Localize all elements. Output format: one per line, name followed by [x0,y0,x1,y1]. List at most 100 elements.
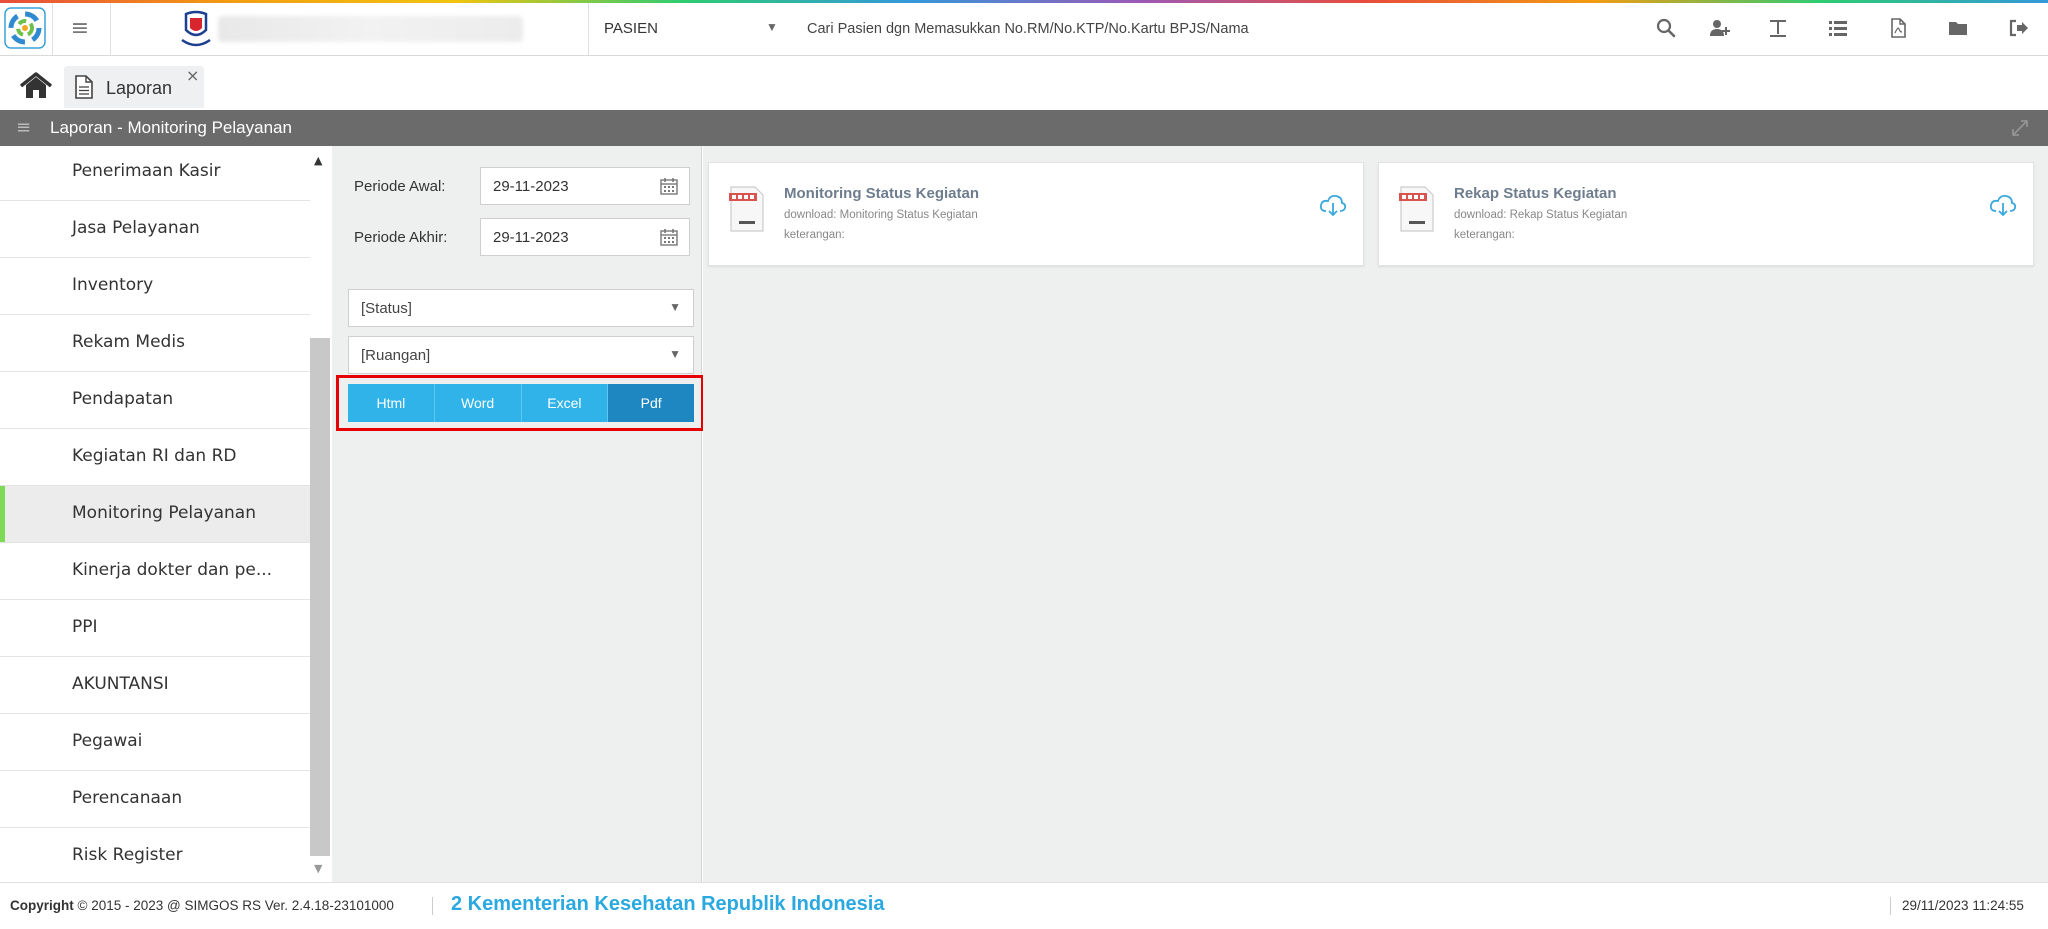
text-icon[interactable] [1764,14,1792,42]
ministry-banner: 2 Kementerian Kesehatan Republik Indones… [451,893,885,915]
report-download-text: download: Monitoring Status Kegiatan [784,209,978,221]
report-title: Rekap Status Kegiatan [1454,185,1617,202]
periode-akhir-value: 29-11-2023 [493,228,569,246]
copyright-text: Copyright © 2015 - 2023 @ SIMGOS RS Ver.… [10,898,394,913]
scroll-down-icon[interactable]: ▼ [314,862,322,875]
pdf-file-icon[interactable] [1884,14,1912,42]
report-category-sidebar: Penerimaan Kasir Jasa Pelayanan Inventor… [0,146,332,882]
periode-akhir-field[interactable]: 29-11-2023 [480,218,690,256]
sidebar-item-risk-register[interactable]: Risk Register [0,828,310,882]
report-keterangan: keterangan: [1454,229,1515,241]
sidebar-item-label: Monitoring Pelayanan [72,503,257,523]
sidebar-item-label: Perencanaan [72,788,183,808]
sidebar-item-label: Kegiatan RI dan RD [72,446,237,466]
sidebar-item-label: Penerimaan Kasir [72,161,221,181]
sidebar-item-perencanaan[interactable]: Perencanaan [0,771,310,828]
search-icon[interactable] [1652,14,1680,42]
patient-mode-value: PASIEN [604,19,658,37]
sidebar-item-penerimaan-kasir[interactable]: Penerimaan Kasir [0,146,310,201]
patient-search-input[interactable] [795,12,1595,46]
sidebar-item-kinerja-dokter[interactable]: Kinerja dokter dan pe... [0,543,310,600]
report-card-rekap-status[interactable]: Rekap Status Kegiatan download: Rekap St… [1378,162,2034,266]
top-color-strip [0,0,2048,3]
sign-out-icon[interactable] [2004,14,2032,42]
top-header: ≡ PASIEN ▼ [0,0,2048,56]
hamburger-icon[interactable]: ≡ [16,117,31,138]
tab-label: Laporan [106,78,173,98]
app-logo-icon[interactable] [4,7,46,49]
sidebar-item-pegawai[interactable]: Pegawai [0,714,310,771]
ruangan-select-value: [Ruangan] [361,346,431,364]
periode-awal-label: Periode Awal: [354,178,446,195]
header-divider [110,3,111,56]
add-user-icon[interactable] [1706,14,1734,42]
tab-laporan[interactable]: Laporan × [64,66,204,108]
tab-bar: Laporan × [0,56,2048,110]
institution-logo-icon [178,10,214,48]
footer-divider [432,897,433,915]
report-list-area: Monitoring Status Kegiatan download: Mon… [703,146,2048,882]
report-keterangan: keterangan: [784,229,845,241]
sidebar-scrollbar[interactable]: ▲ ▼ [310,154,330,878]
cloud-download-icon[interactable] [1319,193,1347,217]
pdf-report-icon [1399,185,1435,233]
scroll-up-icon[interactable]: ▲ [314,154,322,167]
status-select-value: [Status] [361,299,412,317]
sidebar-item-label: Rekam Medis [72,332,185,352]
sidebar-item-rekam-medis[interactable]: Rekam Medis [0,315,310,372]
sidebar-item-label: AKUNTANSI [72,674,169,694]
footer: Copyright © 2015 - 2023 @ SIMGOS RS Ver.… [0,882,2048,929]
sidebar-item-label: Inventory [72,275,154,295]
status-select[interactable]: [Status] ▼ [348,289,694,327]
expand-icon[interactable] [2010,118,2030,138]
sidebar-item-label: Risk Register [72,845,183,865]
report-download-text: download: Rekap Status Kegiatan [1454,209,1628,221]
hamburger-icon: ≡ [70,15,90,41]
panel-title-bar: ≡ Laporan - Monitoring Pelayanan [0,110,2048,146]
sidebar-item-pendapatan[interactable]: Pendapatan [0,372,310,429]
periode-awal-field[interactable]: 29-11-2023 [480,167,690,205]
sidebar-item-label: Pendapatan [72,389,174,409]
sidebar-item-label: PPI [72,617,98,637]
ruangan-select[interactable]: [Ruangan] ▼ [348,336,694,374]
sidebar-item-label: Kinerja dokter dan pe... [72,560,273,580]
sidebar-item-ppi[interactable]: PPI [0,600,310,657]
sidebar-item-monitoring-pelayanan[interactable]: Monitoring Pelayanan [0,486,310,543]
periode-akhir-label: Periode Akhir: [354,229,448,246]
sidebar-item-label: Pegawai [72,731,143,751]
sidebar-item-inventory[interactable]: Inventory [0,258,310,315]
copyright-icon: © [77,898,88,913]
footer-divider [1890,897,1891,915]
header-divider [588,3,589,56]
chevron-down-icon: ▼ [669,347,681,361]
copyright-version: 2015 - 2023 @ SIMGOS RS Ver. 2.4.18-2310… [91,898,394,913]
chevron-down-icon: ▼ [766,20,778,34]
menu-toggle-button[interactable]: ≡ [52,10,108,46]
panel-title: Laporan - Monitoring Pelayanan [50,118,292,137]
list-icon[interactable] [1824,14,1852,42]
folder-icon[interactable] [1944,14,1972,42]
report-card-monitoring-status[interactable]: Monitoring Status Kegiatan download: Mon… [708,162,1364,266]
sidebar-item-label: Jasa Pelayanan [72,218,200,238]
sidebar-list: Penerimaan Kasir Jasa Pelayanan Inventor… [0,146,310,882]
close-icon[interactable]: × [186,66,199,85]
calendar-icon[interactable] [659,227,679,247]
institution-name-blurred [218,16,523,42]
sidebar-item-kegiatan-ri-rd[interactable]: Kegiatan RI dan RD [0,429,310,486]
chevron-down-icon: ▼ [669,300,681,314]
sidebar-item-jasa-pelayanan[interactable]: Jasa Pelayanan [0,201,310,258]
copyright-label: Copyright [10,898,74,913]
calendar-icon[interactable] [659,176,679,196]
home-icon[interactable] [18,72,54,100]
document-icon [74,75,94,99]
footer-datetime: 29/11/2023 11:24:55 [1902,898,2024,913]
periode-awal-value: 29-11-2023 [493,177,569,195]
sidebar-item-akuntansi[interactable]: AKUNTANSI [0,657,310,714]
scrollbar-thumb[interactable] [310,338,330,856]
patient-mode-select[interactable]: PASIEN ▼ [590,10,790,46]
pdf-report-icon [729,185,765,233]
filter-panel: Periode Awal: 29-11-2023 Periode Akhir: … [332,146,704,882]
highlight-annotation-box [336,375,704,431]
report-title: Monitoring Status Kegiatan [784,185,979,202]
cloud-download-icon[interactable] [1989,193,2017,217]
